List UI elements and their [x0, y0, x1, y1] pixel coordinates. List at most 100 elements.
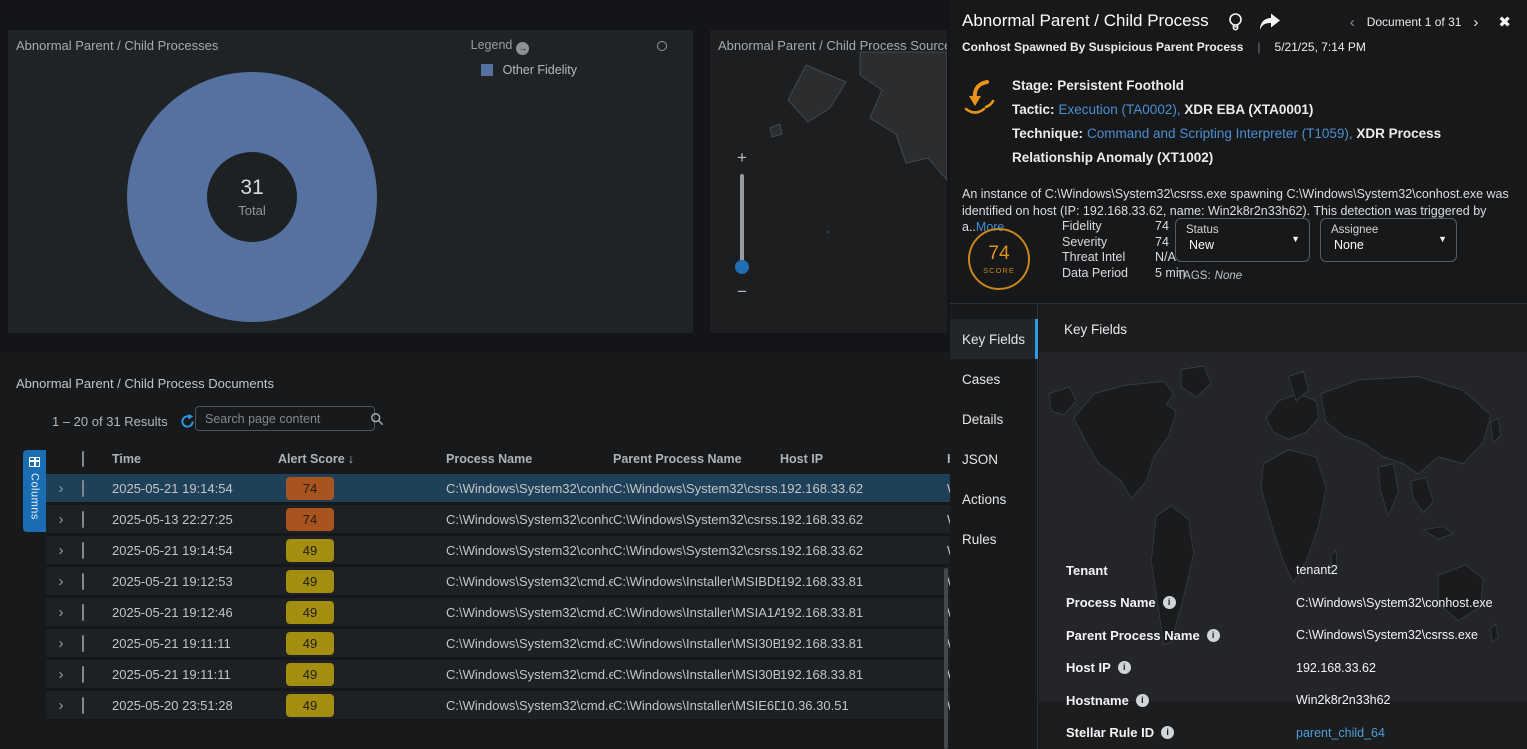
tab-rules[interactable]: Rules: [950, 519, 1037, 559]
expand-row-icon[interactable]: ›: [46, 480, 76, 497]
assignee-dropdown[interactable]: Assignee None ▼: [1320, 218, 1457, 262]
cell-parent-process-name: C:\Windows\System32\csrss.e: [613, 512, 780, 527]
expand-row-icon[interactable]: ›: [46, 511, 76, 528]
legend-label: Legend: [471, 38, 513, 52]
column-header-parent-process-name[interactable]: Parent Process Name: [613, 452, 780, 466]
select-all-checkbox[interactable]: [82, 451, 84, 467]
info-icon[interactable]: i: [1136, 694, 1149, 707]
sort-desc-icon: ↓: [348, 452, 354, 466]
cell-host-ip: 192.168.33.81: [780, 574, 947, 589]
alert-score-badge: 49: [286, 539, 334, 562]
expand-row-icon[interactable]: ›: [46, 573, 76, 590]
tab-key-fields[interactable]: Key Fields: [950, 319, 1037, 359]
expand-row-icon[interactable]: ›: [46, 666, 76, 683]
legend-item[interactable]: Other Fidelity: [481, 63, 577, 77]
zoom-in-button[interactable]: +: [737, 148, 747, 167]
documents-title: Abnormal Parent / Child Process Document…: [16, 376, 274, 391]
search-icon[interactable]: [370, 412, 384, 426]
column-header-time[interactable]: Time: [112, 452, 278, 466]
columns-button-label: Columns: [29, 473, 41, 520]
alert-score-badge: 49: [286, 632, 334, 655]
row-checkbox[interactable]: [82, 604, 84, 621]
info-icon[interactable]: i: [1118, 661, 1131, 674]
prev-document-button[interactable]: ‹: [1344, 14, 1361, 31]
donut-card-title: Abnormal Parent / Child Processes: [16, 38, 218, 53]
key-field-row: Process Namei C:\Windows\System32\conhos…: [1066, 587, 1507, 620]
column-header-host-ip[interactable]: Host IP: [780, 452, 947, 466]
expand-row-icon[interactable]: ›: [46, 542, 76, 559]
row-checkbox[interactable]: [82, 697, 84, 714]
close-panel-icon[interactable]: ✖: [1498, 13, 1511, 31]
next-document-button[interactable]: ›: [1467, 14, 1484, 31]
columns-button[interactable]: Columns: [23, 450, 46, 532]
expand-row-icon[interactable]: ›: [46, 635, 76, 652]
row-checkbox[interactable]: [82, 542, 84, 559]
detail-tab-rail: Key FieldsCasesDetailsJSONActionsRules: [950, 304, 1038, 749]
zoom-slider-knob[interactable]: [735, 260, 749, 274]
key-field-value: Win2k8r2n33h62: [1296, 693, 1391, 707]
tactic-rest: XDR EBA (XTA0001): [1181, 102, 1314, 117]
key-field-value: 192.168.33.62: [1296, 661, 1376, 675]
cell-time: 2025-05-21 19:14:54: [112, 543, 278, 558]
key-field-value: C:\Windows\System32\csrss.exe: [1296, 628, 1478, 642]
key-field-row: Parent Process Namei C:\Windows\System32…: [1066, 619, 1507, 652]
info-icon[interactable]: i: [1207, 629, 1220, 642]
tab-cases[interactable]: Cases: [950, 359, 1037, 399]
score-value: 74: [988, 243, 1009, 265]
row-checkbox[interactable]: [82, 511, 84, 528]
tactic-link[interactable]: Execution (TA0002),: [1059, 102, 1181, 117]
cell-process-name: C:\Windows\System32\cmd.e: [446, 698, 613, 713]
table-grid-icon: [29, 457, 40, 467]
donut-chart[interactable]: 31 Total: [127, 72, 377, 322]
persistent-foothold-stage-icon: [962, 78, 1002, 118]
tab-actions[interactable]: Actions: [950, 479, 1037, 519]
column-header-process-name[interactable]: Process Name: [446, 452, 613, 466]
zoom-out-button[interactable]: −: [734, 282, 750, 302]
info-icon[interactable]: i: [1161, 726, 1174, 739]
row-checkbox[interactable]: [82, 480, 84, 497]
tab-json[interactable]: JSON: [950, 439, 1037, 479]
source-map-card: Abnormal Parent / Child Process Sources …: [710, 30, 947, 333]
cell-time: 2025-05-21 19:14:54: [112, 481, 278, 496]
cell-host-ip: 192.168.33.81: [780, 636, 947, 651]
cell-parent-process-name: C:\Windows\Installer\MSIE6D: [613, 698, 780, 713]
cell-host-ip: 192.168.33.62: [780, 543, 947, 558]
legend-collapse-icon[interactable]: →: [516, 42, 529, 55]
technique-label: Technique:: [1012, 126, 1083, 141]
lightbulb-icon[interactable]: [1227, 12, 1244, 34]
map-card-title: Abnormal Parent / Child Process Sources: [718, 38, 947, 53]
cell-parent-process-name: C:\Windows\System32\csrss.e: [613, 481, 780, 496]
expand-row-icon[interactable]: ›: [46, 697, 76, 714]
alert-score-badge: 74: [286, 508, 334, 531]
key-field-row: Stellar Rule IDi parent_child_64: [1066, 717, 1507, 749]
info-icon[interactable]: i: [1163, 596, 1176, 609]
donut-total-label: Total: [238, 203, 265, 218]
zoom-slider-track[interactable]: [740, 174, 744, 268]
cell-parent-process-name: C:\Windows\System32\csrss.e: [613, 543, 780, 558]
key-fields-list: Tenanti tenant2 Process Namei C:\Windows…: [1066, 554, 1507, 749]
refresh-icon[interactable]: [180, 414, 195, 429]
alert-score-badge: 49: [286, 601, 334, 624]
key-field-value[interactable]: parent_child_64: [1296, 726, 1385, 740]
search-input[interactable]: [196, 412, 370, 426]
metric-row: Threat IntelN/A: [1062, 250, 1186, 266]
legend-item-label: Other Fidelity: [503, 63, 577, 77]
row-checkbox[interactable]: [82, 573, 84, 590]
share-icon[interactable]: [1258, 12, 1282, 32]
status-dropdown[interactable]: Status New ▼: [1175, 218, 1310, 262]
chart-legend: Legend→ Other Fidelity: [471, 38, 577, 77]
subtitle-separator: |: [1257, 40, 1260, 54]
expand-row-icon[interactable]: ›: [46, 604, 76, 621]
table-scrollbar[interactable]: [944, 568, 948, 749]
alert-score-badge: 49: [286, 663, 334, 686]
column-header-alert-score[interactable]: Alert Score↓: [278, 452, 446, 466]
tab-details[interactable]: Details: [950, 399, 1037, 439]
row-checkbox[interactable]: [82, 666, 84, 683]
technique-link[interactable]: Command and Scripting Interpreter (T1059…: [1087, 126, 1353, 141]
status-dropdown-label: Status: [1186, 224, 1299, 236]
row-checkbox[interactable]: [82, 635, 84, 652]
metric-row: Data Period5 min: [1062, 266, 1186, 282]
cell-process-name: C:\Windows\System32\conho: [446, 481, 613, 496]
score-label: SCORE: [983, 266, 1015, 275]
cell-parent-process-name: C:\Windows\Installer\MSIBDE: [613, 574, 780, 589]
